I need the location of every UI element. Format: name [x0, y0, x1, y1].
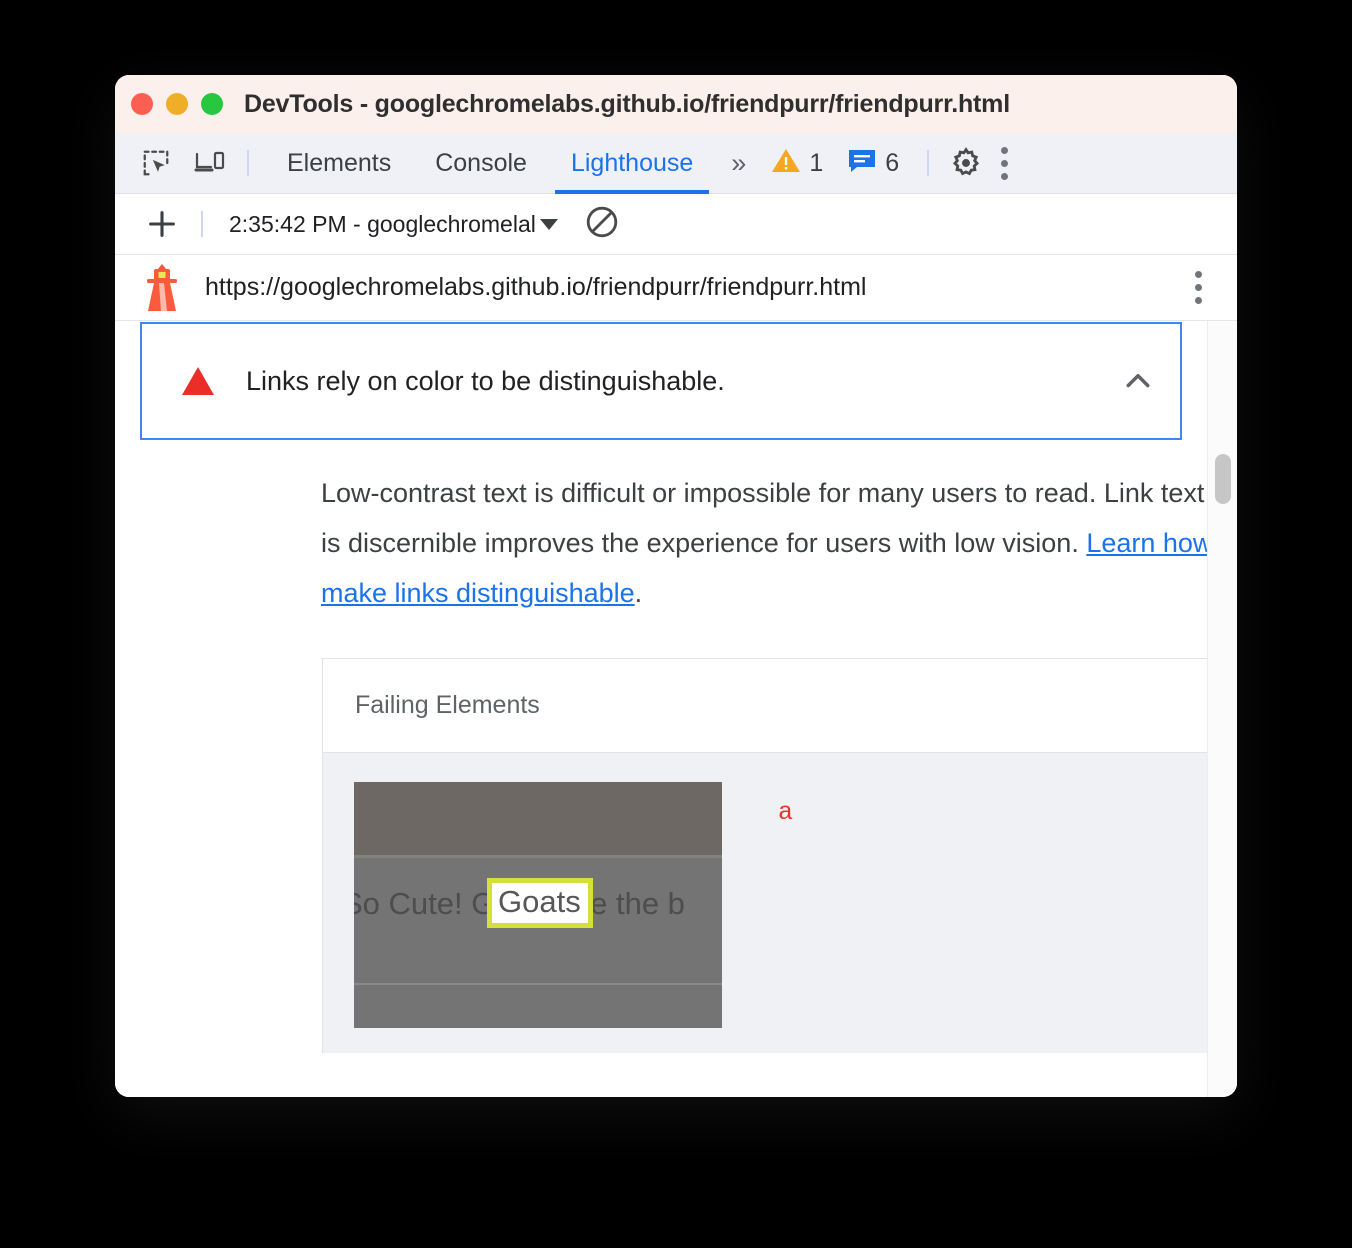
fail-triangle-icon — [182, 367, 214, 395]
device-toolbar-icon[interactable] — [189, 142, 231, 184]
message-icon — [847, 148, 877, 179]
thumbnail-bottom-rule — [354, 983, 722, 985]
inspect-element-icon[interactable] — [135, 142, 177, 184]
minimize-window-button[interactable] — [166, 93, 188, 115]
devtools-overflow-menu-icon[interactable] — [987, 141, 1021, 185]
element-highlight-label: Goats — [498, 884, 581, 919]
audit-title: Links rely on color to be distinguishabl… — [246, 365, 725, 396]
audit-description-period: . — [634, 578, 643, 608]
failing-elements-header-label: Failing Elements — [355, 691, 540, 719]
warning-count: 1 — [809, 148, 824, 177]
close-window-button[interactable] — [131, 93, 153, 115]
chevron-down-icon — [539, 218, 558, 230]
tab-lighthouse[interactable]: Lighthouse — [549, 133, 715, 194]
lighthouse-icon — [141, 263, 183, 313]
lighthouse-run-toolbar: 2:35:42 PM - googlechromelal — [115, 194, 1237, 255]
warning-triangle-icon — [771, 147, 801, 179]
failing-elements-table: Failing Elements So Cute! Goats are the … — [322, 658, 1237, 1053]
new-audit-button[interactable] — [139, 201, 185, 247]
message-counter[interactable]: 6 — [835, 148, 911, 179]
window-titlebar: DevTools - googlechromelabs.github.io/fr… — [115, 75, 1237, 133]
failing-elements-table-body: So Cute! Goats are the b Goats a — [322, 753, 1237, 1053]
chevron-up-icon[interactable] — [1120, 363, 1156, 399]
audit-run-label: 2:35:42 PM - googlechromelal — [229, 210, 536, 237]
vertical-scrollbar[interactable] — [1207, 321, 1237, 1097]
scrollbar-thumb[interactable] — [1215, 454, 1231, 504]
element-screenshot-thumbnail[interactable]: So Cute! Goats are the b Goats — [354, 782, 722, 1028]
zoom-window-button[interactable] — [201, 93, 223, 115]
traffic-lights — [131, 93, 223, 115]
toolbar-divider-2 — [927, 150, 930, 176]
audit-header[interactable]: Links rely on color to be distinguishabl… — [140, 322, 1182, 440]
clear-circle-slash-icon — [584, 204, 620, 245]
gear-icon[interactable] — [945, 142, 987, 184]
report-content: Links rely on color to be distinguishabl… — [115, 321, 1237, 1097]
audit-description: Low-contrast text is difficult or imposs… — [321, 468, 1237, 618]
clear-all-button[interactable] — [580, 202, 624, 246]
element-highlight-box: Goats — [487, 878, 593, 928]
devtools-window: DevTools - googlechromelabs.github.io/fr… — [115, 75, 1237, 1097]
failing-element-snippet[interactable]: a — [778, 798, 793, 827]
failing-elements-table-header: Failing Elements — [322, 658, 1237, 753]
window-title: DevTools - googlechromelabs.github.io/fr… — [244, 89, 1010, 118]
tab-elements[interactable]: Elements — [265, 133, 413, 194]
more-tabs-icon[interactable]: » — [715, 148, 759, 179]
toolbar-divider — [247, 150, 249, 176]
thumbnail-image-band — [354, 782, 722, 855]
warning-counter[interactable]: 1 — [759, 147, 835, 179]
screenshot-root: DevTools - googlechromelabs.github.io/fr… — [0, 0, 1352, 1248]
report-url-bar: https://googlechromelabs.github.io/frien… — [115, 255, 1237, 321]
thumbnail-separator — [354, 855, 722, 858]
message-count: 6 — [885, 148, 900, 177]
run-toolbar-divider — [201, 211, 203, 237]
devtools-tabstrip: Elements Console Lighthouse » 1 6 — [115, 133, 1237, 194]
tab-console[interactable]: Console — [413, 133, 549, 194]
audit-run-selector[interactable]: 2:35:42 PM - googlechromelal — [229, 211, 558, 238]
lighthouse-report-body: Links rely on color to be distinguishabl… — [115, 321, 1237, 1097]
report-options-menu-icon[interactable] — [1181, 266, 1215, 310]
report-url: https://googlechromelabs.github.io/frien… — [205, 273, 867, 301]
